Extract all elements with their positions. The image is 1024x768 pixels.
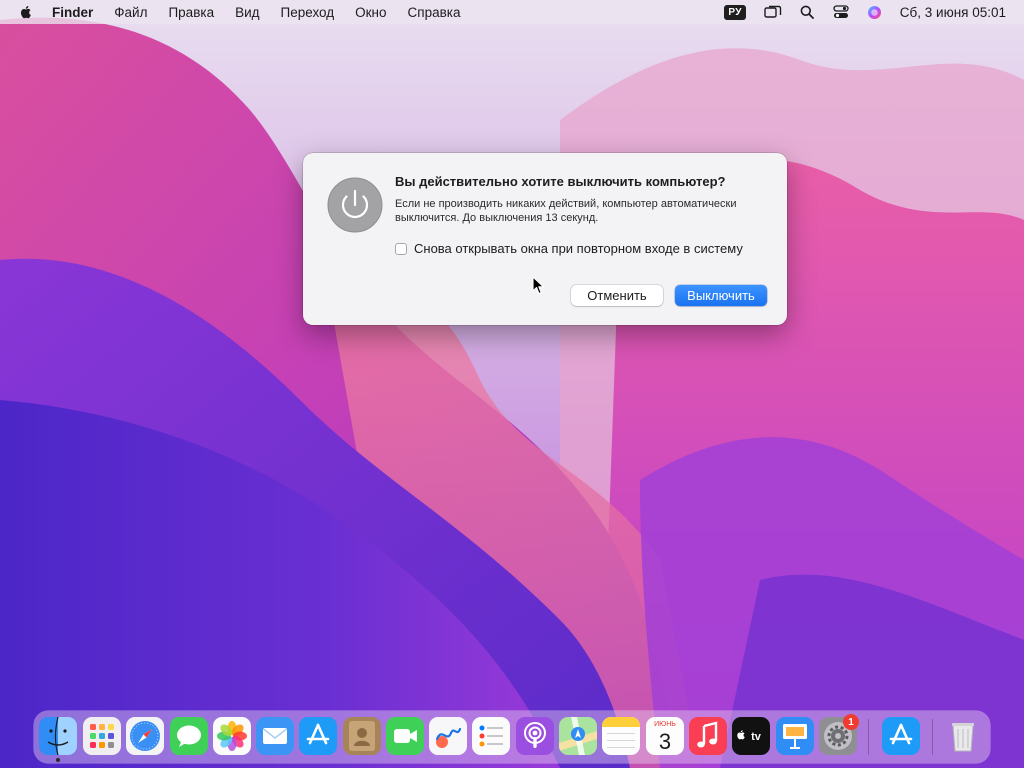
dock-launchpad-icon[interactable]: [83, 717, 121, 755]
dock-reminders-icon[interactable]: [472, 717, 510, 755]
calendar-month-label: ИЮНЬ: [654, 721, 676, 728]
dock-downloads-app-store-icon[interactable]: [882, 717, 920, 755]
menu-bar: Finder Файл Правка Вид Переход Окно Спра…: [0, 0, 1024, 24]
menu-view[interactable]: Вид: [235, 5, 259, 20]
desktop-wallpaper: [0, 0, 1024, 768]
dock-finder-icon[interactable]: [39, 717, 77, 755]
shut-down-button[interactable]: Выключить: [675, 285, 767, 306]
menu-file[interactable]: Файл: [114, 5, 147, 20]
dock-photos-icon[interactable]: [213, 717, 251, 755]
dock-notes-icon[interactable]: [602, 717, 640, 755]
dock-trash-icon[interactable]: [944, 717, 982, 755]
menu-bar-status-area: РУ Сб, 3 июня 05:01: [724, 0, 1024, 24]
power-icon: [327, 177, 383, 233]
dock-facetime-icon[interactable]: [386, 717, 424, 755]
dock-mail-icon[interactable]: [256, 717, 294, 755]
reopen-windows-checkbox[interactable]: [395, 242, 407, 255]
dock-tv-icon[interactable]: tv: [732, 717, 770, 755]
dock-freeform-icon[interactable]: [429, 717, 467, 755]
cancel-button[interactable]: Отменить: [571, 285, 663, 306]
menu-help[interactable]: Справка: [408, 5, 461, 20]
dock-music-icon[interactable]: [689, 717, 727, 755]
dock-calendar-icon[interactable]: ИЮНЬ 3: [646, 717, 684, 755]
spotlight-search-icon[interactable]: [798, 3, 816, 21]
reopen-windows-option[interactable]: Снова открывать окна при повторном входе…: [395, 241, 743, 256]
dock-app-store-icon[interactable]: [299, 717, 337, 755]
system-settings-notification-badge: 1: [843, 714, 859, 730]
menu-window[interactable]: Окно: [355, 5, 386, 20]
dock-separator: [868, 719, 869, 755]
tv-label: tv: [751, 731, 762, 743]
apple-menu-icon[interactable]: [18, 4, 34, 20]
calendar-day-label: 3: [659, 729, 671, 754]
dock-messages-icon[interactable]: [170, 717, 208, 755]
menu-edit[interactable]: Правка: [168, 5, 214, 20]
siri-icon[interactable]: [866, 3, 884, 21]
dock-keynote-icon[interactable]: [776, 717, 814, 755]
menu-bar-clock[interactable]: Сб, 3 июня 05:01: [900, 5, 1006, 20]
dock-separator: [932, 719, 933, 755]
dock-safari-icon[interactable]: [126, 717, 164, 755]
dock-maps-icon[interactable]: [559, 717, 597, 755]
dialog-message: Если не производить никаких действий, ко…: [395, 198, 737, 224]
dock-contacts-icon[interactable]: [343, 717, 381, 755]
dock-podcasts-icon[interactable]: [516, 717, 554, 755]
menu-go[interactable]: Переход: [281, 5, 335, 20]
dock: ИЮНЬ 3 tv 1: [34, 711, 990, 763]
shutdown-dialog: Вы действительно хотите выключить компью…: [303, 153, 787, 325]
finder-running-indicator: [56, 758, 60, 762]
screen-mirroring-icon[interactable]: [764, 3, 782, 21]
keyboard-layout-indicator[interactable]: РУ: [724, 4, 746, 20]
control-center-icon[interactable]: [832, 3, 850, 21]
menu-app-name[interactable]: Finder: [52, 5, 93, 20]
dialog-title: Вы действительно хотите выключить компью…: [395, 174, 726, 189]
mouse-cursor-icon: [532, 276, 545, 295]
reopen-windows-label[interactable]: Снова открывать окна при повторном входе…: [414, 241, 743, 256]
